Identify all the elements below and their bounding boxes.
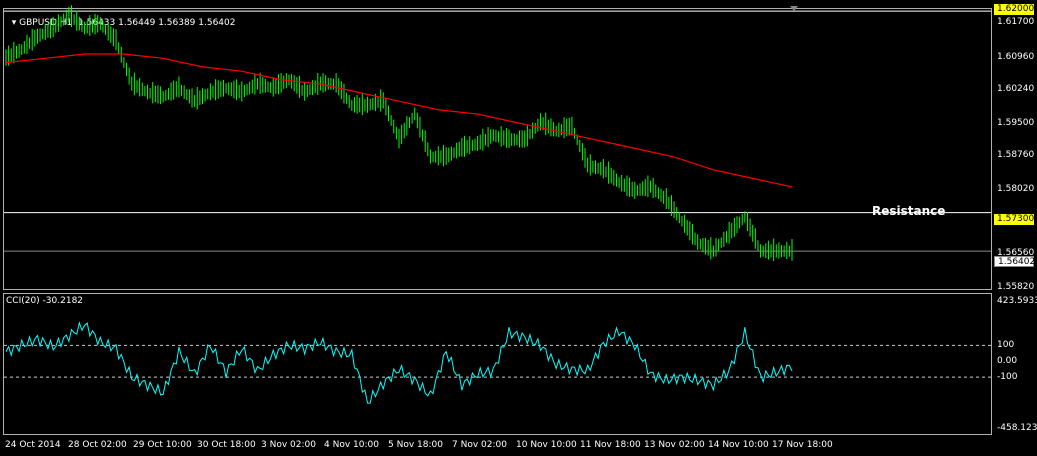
cci-line [5,321,793,404]
cci-tick: 100 [997,340,1015,350]
cci-tick: -458.1239 [997,423,1037,433]
time-tick: 3 Nov 02:00 [261,440,316,450]
resistance-level-tag: 1.57300 [994,214,1034,225]
cci-tick: 0.00 [997,356,1018,366]
time-tick: 30 Oct 18:00 [197,440,256,450]
price-tick: 1.55820 [997,282,1035,292]
moving-average-line [5,53,793,188]
time-tick: 5 Nov 18:00 [388,440,443,450]
price-tick: 1.61700 [997,17,1035,27]
price-tick: 1.60240 [997,84,1035,94]
time-tick: 10 Nov 10:00 [516,440,577,450]
time-tick: 14 Nov 10:00 [708,440,769,450]
price-tick: 1.59500 [997,118,1035,128]
resistance-annotation: Resistance [872,204,946,218]
time-tick: 7 Nov 02:00 [452,440,507,450]
time-tick: 4 Nov 10:00 [324,440,379,450]
price-tick: 1.58020 [997,184,1035,194]
time-tick: 13 Nov 02:00 [644,440,705,450]
cci-tick: 423.5933 [997,296,1037,306]
price-tick: 1.58760 [997,150,1035,160]
time-tick: 29 Oct 10:00 [133,440,192,450]
time-tick: 11 Nov 18:00 [580,440,641,450]
cci-tick: -100 [997,372,1018,382]
current-price-tag: 1.56402 [994,256,1035,267]
time-tick: 28 Oct 02:00 [68,440,127,450]
price-tick: 1.60960 [997,52,1035,62]
top-level-tag: 1.62000 [994,4,1034,15]
chart-shift-icon [790,6,798,11]
time-tick: 17 Nov 18:00 [772,440,833,450]
time-tick: 24 Oct 2014 [5,440,61,450]
chart-canvas [4,5,991,404]
